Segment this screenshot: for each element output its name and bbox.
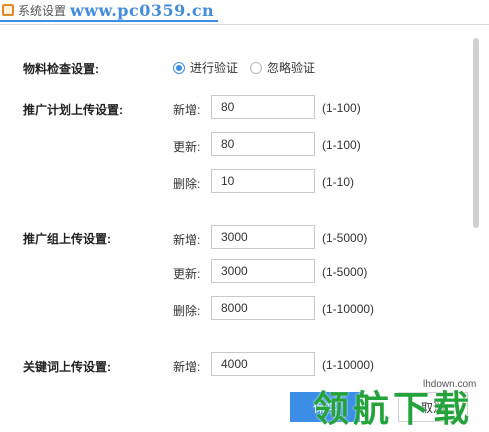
settings-panel: 物料检查设置: 进行验证 忽略验证 推广计划上传设置: 新增: (1-100) … <box>0 25 470 432</box>
settings-icon <box>2 4 14 16</box>
adgroup-add-range: (1-5000) <box>322 231 368 245</box>
adgroup-update-input[interactable] <box>211 259 315 283</box>
tab-label: 系统设置 <box>18 3 67 18</box>
keyword-upload-label: 关键词上传设置: <box>23 360 111 374</box>
radio-ignore[interactable] <box>250 61 263 74</box>
adgroup-update-label: 更新: <box>173 267 201 281</box>
adgroup-add-input[interactable] <box>211 225 315 249</box>
radio-verify[interactable] <box>173 61 185 74</box>
adgroup-delete-label: 删除: <box>173 304 201 318</box>
scrollbar-thumb[interactable] <box>473 38 479 228</box>
save-button[interactable]: 保存 <box>290 392 360 422</box>
keyword-add-range: (1-10000) <box>322 358 375 372</box>
radio-ignore-label[interactable]: 忽略验证 <box>267 59 315 76</box>
site-watermark-top: www.pc0359.cn <box>70 1 215 20</box>
adgroup-delete-range: (1-10000) <box>322 302 375 316</box>
adgroup-update-range: (1-5000) <box>322 265 368 279</box>
radio-verify-label[interactable]: 进行验证 <box>190 59 238 76</box>
campaign-upload-label: 推广计划上传设置: <box>23 103 123 117</box>
campaign-delete-input[interactable] <box>211 169 315 193</box>
campaign-update-range: (1-100) <box>322 138 361 152</box>
adgroup-upload-label: 推广组上传设置: <box>23 232 111 246</box>
cancel-button[interactable]: 取消 <box>398 392 468 422</box>
keyword-add-label: 新增: <box>173 360 201 374</box>
campaign-delete-label: 删除: <box>173 177 201 191</box>
material-check-label: 物料检查设置: <box>23 62 99 76</box>
campaign-add-label: 新增: <box>173 103 201 117</box>
campaign-add-input[interactable] <box>211 95 315 119</box>
adgroup-add-label: 新增: <box>173 233 201 247</box>
campaign-add-range: (1-100) <box>322 101 361 115</box>
material-check-radio-group: 进行验证 忽略验证 <box>173 59 327 76</box>
campaign-update-input[interactable] <box>211 132 315 156</box>
tab-bar: 系统设置 www.pc0359.cn <box>0 0 489 25</box>
campaign-update-label: 更新: <box>173 140 201 154</box>
adgroup-delete-input[interactable] <box>211 296 315 320</box>
keyword-add-input[interactable] <box>211 352 315 376</box>
campaign-delete-range: (1-10) <box>322 175 355 189</box>
